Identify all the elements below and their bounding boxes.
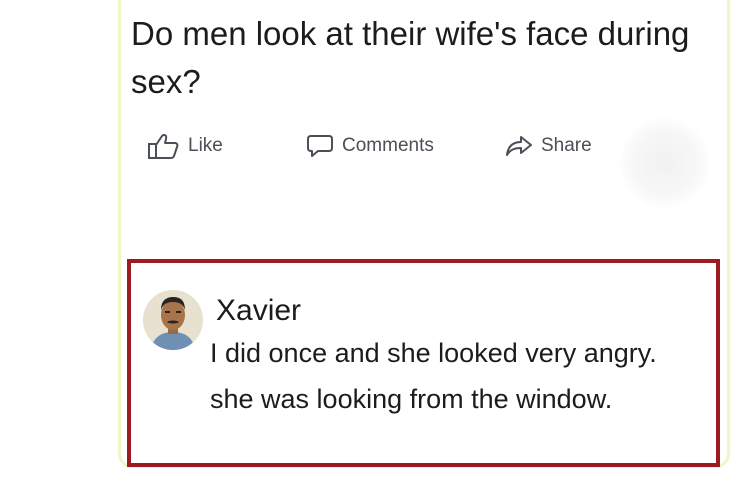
post-question: Do men look at their wife's face during … (131, 15, 690, 100)
comment-text-line-2: she was looking from the window. (210, 384, 613, 414)
like-button[interactable]: Like (146, 128, 223, 164)
avatar-portrait (143, 290, 203, 350)
share-arrow-icon (506, 136, 532, 156)
comments-label: Comments (342, 135, 434, 156)
blurred-decoration (620, 118, 710, 208)
share-button[interactable]: Share (505, 128, 592, 164)
like-label: Like (188, 135, 223, 156)
comment-text-line-1: I did once and she looked very angry. (210, 338, 657, 368)
commenter-name[interactable]: Xavier (216, 294, 301, 328)
comments-button[interactable]: Comments (306, 128, 434, 164)
avatar[interactable] (143, 290, 203, 350)
comment-bubble-icon (307, 135, 333, 157)
thumbs-up-icon (148, 134, 179, 159)
share-label: Share (541, 135, 592, 156)
